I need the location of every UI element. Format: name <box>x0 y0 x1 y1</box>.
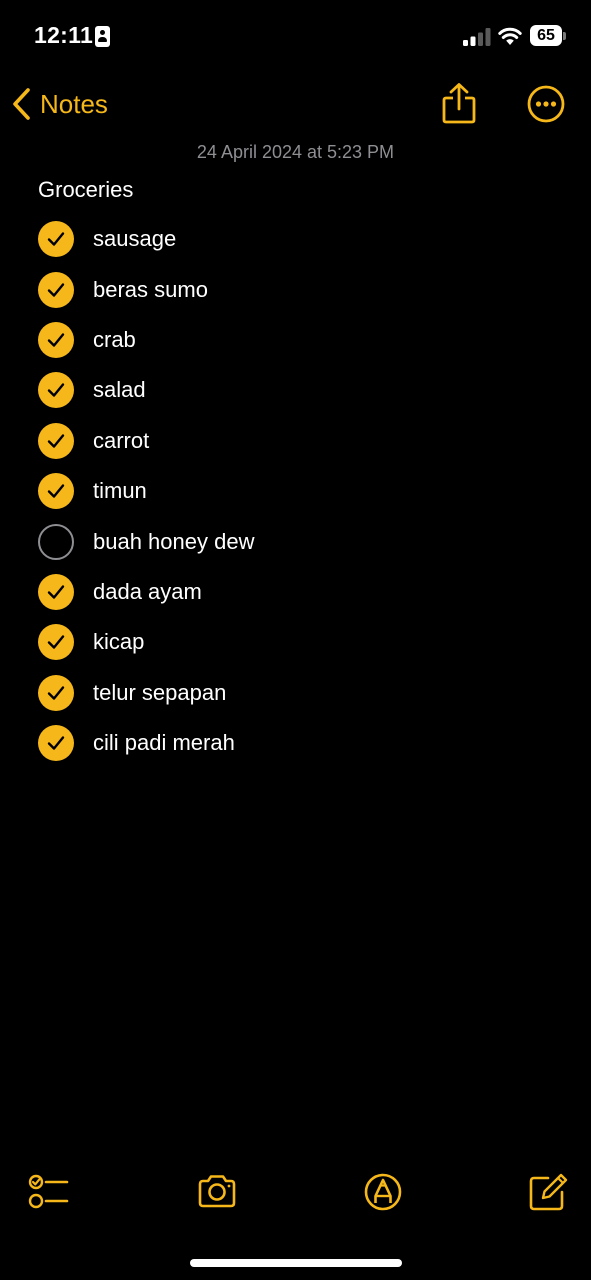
checkbox-checked[interactable] <box>38 674 74 711</box>
home-indicator[interactable] <box>190 1259 402 1267</box>
checkmark-icon <box>47 333 65 347</box>
checklist-item[interactable]: cili padi merah <box>38 718 254 768</box>
checkbox-checked[interactable] <box>38 473 74 510</box>
checklist-item[interactable]: sausage <box>38 214 254 264</box>
checklist: sausage beras sumo crab salad carrot tim… <box>38 214 254 768</box>
status-bar: 12:11 65 <box>0 0 591 72</box>
checklist-item[interactable]: crab <box>38 315 254 365</box>
checklist-item-label[interactable]: kicap <box>93 629 144 655</box>
checklist-item[interactable]: kicap <box>38 617 254 667</box>
checklist-item[interactable]: buah honey dew <box>38 516 254 566</box>
checklist-item-label[interactable]: crab <box>93 327 136 353</box>
checkbox-checked[interactable] <box>38 271 74 308</box>
ellipsis-circle-icon[interactable] <box>526 84 566 124</box>
checklist-item-label[interactable]: cili padi merah <box>93 730 235 756</box>
checkmark-icon <box>47 383 65 398</box>
checklist-item-label[interactable]: buah honey dew <box>93 529 254 555</box>
cellular-signal-icon <box>463 28 491 46</box>
checklist-item-label[interactable]: salad <box>93 377 146 403</box>
status-time: 12:11 <box>34 22 94 48</box>
wifi-icon <box>498 27 522 45</box>
note-date: 24 April 2024 at 5:23 PM <box>196 142 395 162</box>
checklist-item-label[interactable]: dada ayam <box>93 579 202 605</box>
checkbox-checked[interactable] <box>38 725 74 762</box>
checkbox-checked[interactable] <box>38 573 74 610</box>
checklist-item-label[interactable]: telur sepapan <box>93 680 226 706</box>
back-button[interactable]: Notes <box>10 84 108 124</box>
checkmark-icon <box>47 635 65 650</box>
checkbox-unchecked[interactable] <box>38 523 74 560</box>
checkbox-checked[interactable] <box>38 624 74 661</box>
checklist-item-label[interactable]: timun <box>93 478 147 504</box>
checklist-item[interactable]: salad <box>38 365 254 415</box>
checklist-icon[interactable] <box>28 1170 72 1214</box>
markup-pen-icon[interactable] <box>361 1170 405 1214</box>
checkmark-icon <box>47 484 65 498</box>
focus-contact-icon <box>95 26 110 47</box>
compose-icon[interactable] <box>526 1170 570 1214</box>
checklist-item[interactable]: timun <box>38 466 254 516</box>
checkbox-checked[interactable] <box>38 321 74 358</box>
battery-indicator: 65 <box>530 25 562 46</box>
checkmark-icon <box>47 585 65 599</box>
checklist-item[interactable]: carrot <box>38 416 254 466</box>
checklist-item-label[interactable]: sausage <box>93 226 176 252</box>
checkmark-icon <box>47 282 65 297</box>
camera-icon[interactable] <box>195 1170 239 1214</box>
share-icon[interactable] <box>440 82 478 126</box>
checkmark-icon <box>47 686 65 700</box>
checkmark-icon <box>47 434 65 448</box>
battery-cap <box>563 32 566 40</box>
checkmark-icon <box>47 232 65 246</box>
chevron-left-icon <box>13 88 30 120</box>
checklist-item-label[interactable]: carrot <box>93 428 149 454</box>
back-button-label: Notes <box>40 88 108 119</box>
checklist-item[interactable]: dada ayam <box>38 567 254 617</box>
checklist-item[interactable]: telur sepapan <box>38 668 254 718</box>
checkbox-checked[interactable] <box>38 372 74 409</box>
checkmark-icon <box>47 736 65 750</box>
note-title[interactable]: Groceries <box>38 177 133 203</box>
checkbox-checked[interactable] <box>38 221 74 258</box>
checkbox-checked[interactable] <box>38 422 74 459</box>
checklist-item-label[interactable]: beras sumo <box>93 277 208 303</box>
checklist-item[interactable]: beras sumo <box>38 264 254 314</box>
